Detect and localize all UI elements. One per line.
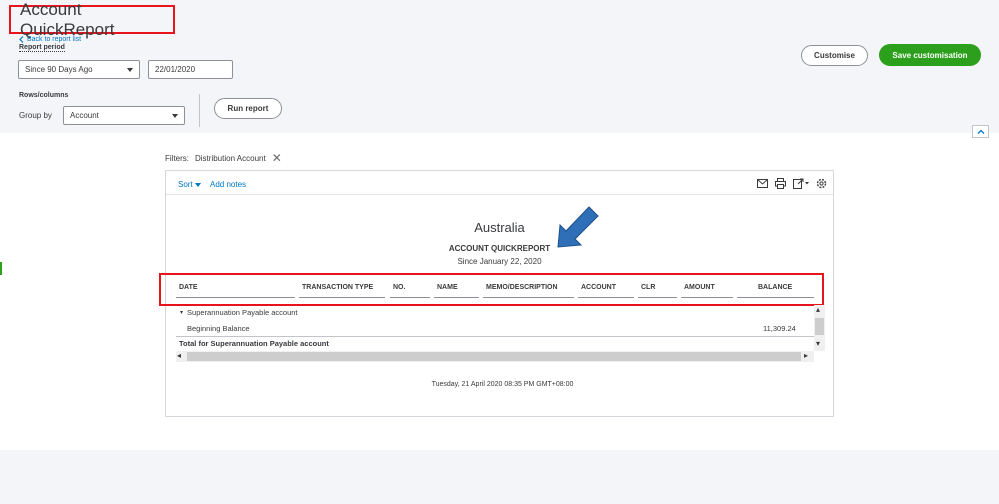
page-title-text: Account QuickReport [20, 0, 115, 39]
column-header-amount[interactable]: AMOUNT [684, 284, 715, 291]
report-timestamp: Tuesday, 21 April 2020 08:35 PM GMT+08:0… [431, 381, 574, 388]
report-toolbar: Sort Add notes [166, 171, 833, 195]
settings-icon[interactable] [816, 178, 827, 189]
annotation-arrow [557, 206, 599, 248]
sort-label: Sort [178, 180, 193, 189]
column-header-transaction-type[interactable]: TRANSACTION TYPE [302, 284, 373, 291]
column-underline [681, 297, 733, 298]
column-underline [737, 297, 814, 298]
report-date-value: 22/01/2020 [155, 65, 196, 74]
remove-filter-icon[interactable]: ✕ [272, 152, 282, 164]
side-indicator [0, 262, 2, 275]
filter-chip-label: Distribution Account [195, 153, 266, 163]
filters-label: Filters: [165, 153, 189, 163]
scroll-right-icon[interactable]: ▸ [804, 352, 808, 360]
customise-label: Customise [814, 51, 855, 60]
report-period-value: Since 90 Days Ago [25, 65, 93, 74]
scroll-down-icon[interactable]: ▾ [816, 340, 820, 348]
account-group-label: Superannuation Payable account [187, 308, 298, 317]
account-group-row[interactable]: ▾ Superannuation Payable account [180, 308, 298, 317]
group-by-select[interactable]: Account [63, 106, 185, 125]
scroll-up-icon[interactable]: ▴ [816, 306, 820, 314]
account-total-row: Total for Superannuation Payable account [179, 339, 329, 348]
column-header-balance[interactable]: BALANCE [758, 284, 792, 291]
column-underline [578, 297, 634, 298]
back-to-report-list-link[interactable]: Back to report list [19, 36, 81, 43]
report-date-range: Since January 22, 2020 [457, 257, 542, 266]
export-icon[interactable] [793, 178, 809, 189]
beginning-balance-label: Beginning Balance [187, 324, 250, 333]
column-underline [299, 297, 385, 298]
scroll-left-icon[interactable]: ◂ [177, 352, 181, 360]
column-header-clr[interactable]: CLR [641, 284, 655, 291]
column-underline [176, 297, 295, 298]
filters-bar: Filters: Distribution Account ✕ [165, 152, 282, 164]
horizontal-scrollbar[interactable]: ◂ ▸ [176, 351, 814, 362]
page-title: Account QuickReport [9, 0, 175, 39]
collapse-header-button[interactable] [972, 125, 989, 138]
company-name: Australia [474, 220, 525, 235]
divider [199, 94, 200, 127]
column-header-memo-description[interactable]: MEMO/DESCRIPTION [486, 284, 558, 291]
customise-button[interactable]: Customise [801, 45, 868, 66]
sort-dropdown[interactable]: Sort [178, 180, 201, 189]
column-underline [638, 297, 677, 298]
caret-down-icon [194, 182, 201, 187]
column-underline [483, 297, 574, 298]
column-header-no[interactable]: NO. [393, 284, 405, 291]
chevron-left-icon [19, 36, 24, 43]
total-divider [176, 336, 814, 337]
column-underline [390, 297, 430, 298]
run-report-label: Run report [227, 104, 269, 113]
rows-columns-label: Rows/columns [19, 92, 69, 99]
vertical-scroll-thumb[interactable] [815, 318, 824, 335]
report-period-label: Report period [19, 44, 65, 52]
back-link-label: Back to report list [27, 36, 82, 43]
group-by-label: Group by [19, 111, 52, 120]
toolbar-icons [757, 178, 827, 189]
collapse-group-icon[interactable]: ▾ [180, 309, 183, 316]
email-icon[interactable] [757, 179, 768, 188]
report-title: ACCOUNT QUICKREPORT [448, 244, 551, 253]
report-date-input[interactable]: 22/01/2020 [148, 60, 233, 79]
beginning-balance-value: 11,309.24 [763, 324, 796, 333]
column-header-account[interactable]: ACCOUNT [581, 284, 616, 291]
add-notes-link[interactable]: Add notes [210, 180, 246, 189]
column-header-date[interactable]: DATE [179, 284, 198, 291]
column-header-name[interactable]: NAME [437, 284, 458, 291]
caret-down-icon [172, 113, 178, 118]
column-underline [434, 297, 479, 298]
horizontal-scroll-thumb[interactable] [187, 352, 801, 361]
save-customisation-button[interactable]: Save customisation [879, 44, 981, 66]
report-period-select[interactable]: Since 90 Days Ago [18, 60, 140, 79]
save-customisation-label: Save customisation [892, 50, 968, 60]
chevron-up-icon [977, 129, 984, 134]
caret-down-icon [127, 67, 133, 72]
group-by-value: Account [70, 111, 99, 120]
vertical-scrollbar[interactable]: ▴ ▾ [814, 305, 825, 351]
print-icon[interactable] [775, 178, 786, 189]
run-report-button[interactable]: Run report [214, 98, 282, 119]
